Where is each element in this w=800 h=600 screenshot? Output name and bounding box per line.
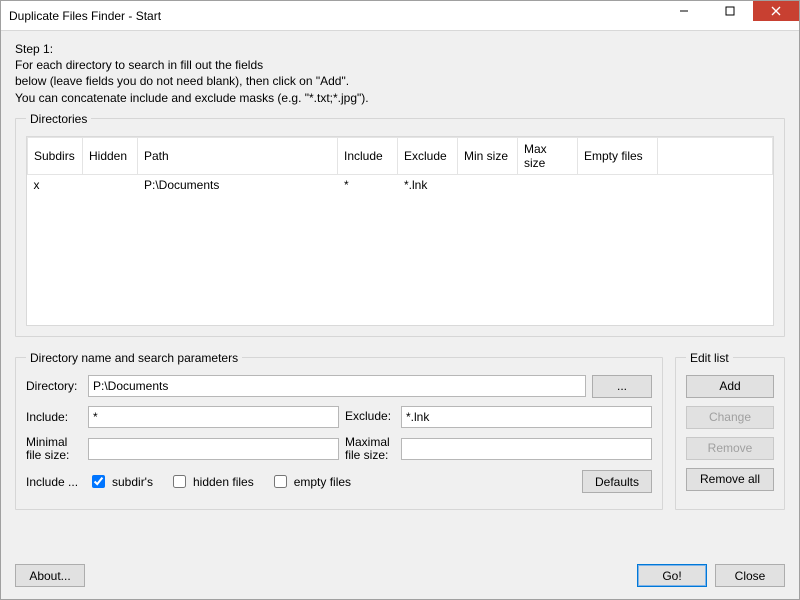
include-label: Include: (26, 410, 82, 424)
col-maxsize[interactable]: Max size (518, 137, 578, 174)
include-input[interactable] (88, 406, 339, 428)
cell-maxsize (518, 174, 578, 195)
step-heading: Step 1: (15, 41, 785, 57)
maxsize-input[interactable] (401, 438, 652, 460)
directory-label: Directory: (26, 379, 82, 393)
col-empty[interactable]: Empty files (578, 137, 658, 174)
change-button[interactable]: Change (686, 406, 774, 429)
exclude-label: Exclude: (345, 410, 395, 423)
bottom-bar: About... Go! Close (1, 558, 799, 599)
about-button[interactable]: About... (15, 564, 85, 587)
col-exclude[interactable]: Exclude (398, 137, 458, 174)
titlebar[interactable]: Duplicate Files Finder - Start (1, 1, 799, 31)
subdirs-checkbox[interactable] (92, 475, 105, 488)
go-button[interactable]: Go! (637, 564, 707, 587)
col-subdirs[interactable]: Subdirs (28, 137, 83, 174)
step-line2: below (leave fields you do not need blan… (15, 73, 785, 89)
removeall-button[interactable]: Remove all (686, 468, 774, 491)
hidden-check[interactable]: hidden files (169, 472, 254, 491)
col-path[interactable]: Path (138, 137, 338, 174)
content-area: Step 1: For each directory to search in … (1, 31, 799, 558)
browse-button[interactable]: ... (592, 375, 652, 398)
cell-empty (578, 174, 658, 195)
step-instructions: Step 1: For each directory to search in … (15, 41, 785, 106)
params-group: Directory name and search parameters Dir… (15, 351, 663, 510)
subdirs-check[interactable]: subdir's (88, 472, 153, 491)
maxsize-label: Maximal file size: (345, 436, 395, 462)
hidden-check-label: hidden files (193, 475, 254, 489)
col-include[interactable]: Include (338, 137, 398, 174)
cell-path: P:\Documents (138, 174, 338, 195)
cell-hidden (83, 174, 138, 195)
step-line3: You can concatenate include and exclude … (15, 90, 785, 106)
app-window: Duplicate Files Finder - Start Step 1: F… (0, 0, 800, 600)
editlist-group: Edit list Add Change Remove Remove all (675, 351, 785, 510)
editlist-legend: Edit list (686, 351, 733, 365)
close-button[interactable]: Close (715, 564, 785, 587)
empty-check[interactable]: empty files (270, 472, 351, 491)
close-window-button[interactable] (753, 1, 799, 21)
table-header-row: Subdirs Hidden Path Include Exclude Min … (28, 137, 773, 174)
col-hidden[interactable]: Hidden (83, 137, 138, 174)
hidden-checkbox[interactable] (173, 475, 186, 488)
cell-minsize (458, 174, 518, 195)
cell-subdirs: x (28, 174, 83, 195)
exclude-input[interactable] (401, 406, 652, 428)
add-button[interactable]: Add (686, 375, 774, 398)
empty-check-label: empty files (294, 475, 351, 489)
params-legend: Directory name and search parameters (26, 351, 242, 365)
minsize-input[interactable] (88, 438, 339, 460)
table-row[interactable]: x P:\Documents * *.lnk (28, 174, 773, 195)
cell-exclude: *.lnk (398, 174, 458, 195)
cell-include: * (338, 174, 398, 195)
remove-button[interactable]: Remove (686, 437, 774, 460)
empty-checkbox[interactable] (274, 475, 287, 488)
minimize-button[interactable] (661, 1, 707, 21)
window-title: Duplicate Files Finder - Start (9, 9, 661, 23)
directories-group: Directories Subdirs Hidden Path Include … (15, 112, 785, 337)
maximize-button[interactable] (707, 1, 753, 21)
minsize-label: Minimal file size: (26, 436, 82, 462)
defaults-button[interactable]: Defaults (582, 470, 652, 493)
directory-input[interactable] (88, 375, 586, 397)
include-opts-label: Include ... (26, 475, 82, 489)
subdirs-check-label: subdir's (112, 475, 153, 489)
step-line1: For each directory to search in fill out… (15, 57, 785, 73)
directories-table: Subdirs Hidden Path Include Exclude Min … (27, 137, 773, 195)
directories-legend: Directories (26, 112, 91, 126)
col-minsize[interactable]: Min size (458, 137, 518, 174)
directories-table-wrap[interactable]: Subdirs Hidden Path Include Exclude Min … (26, 136, 774, 326)
col-filler (658, 137, 773, 174)
